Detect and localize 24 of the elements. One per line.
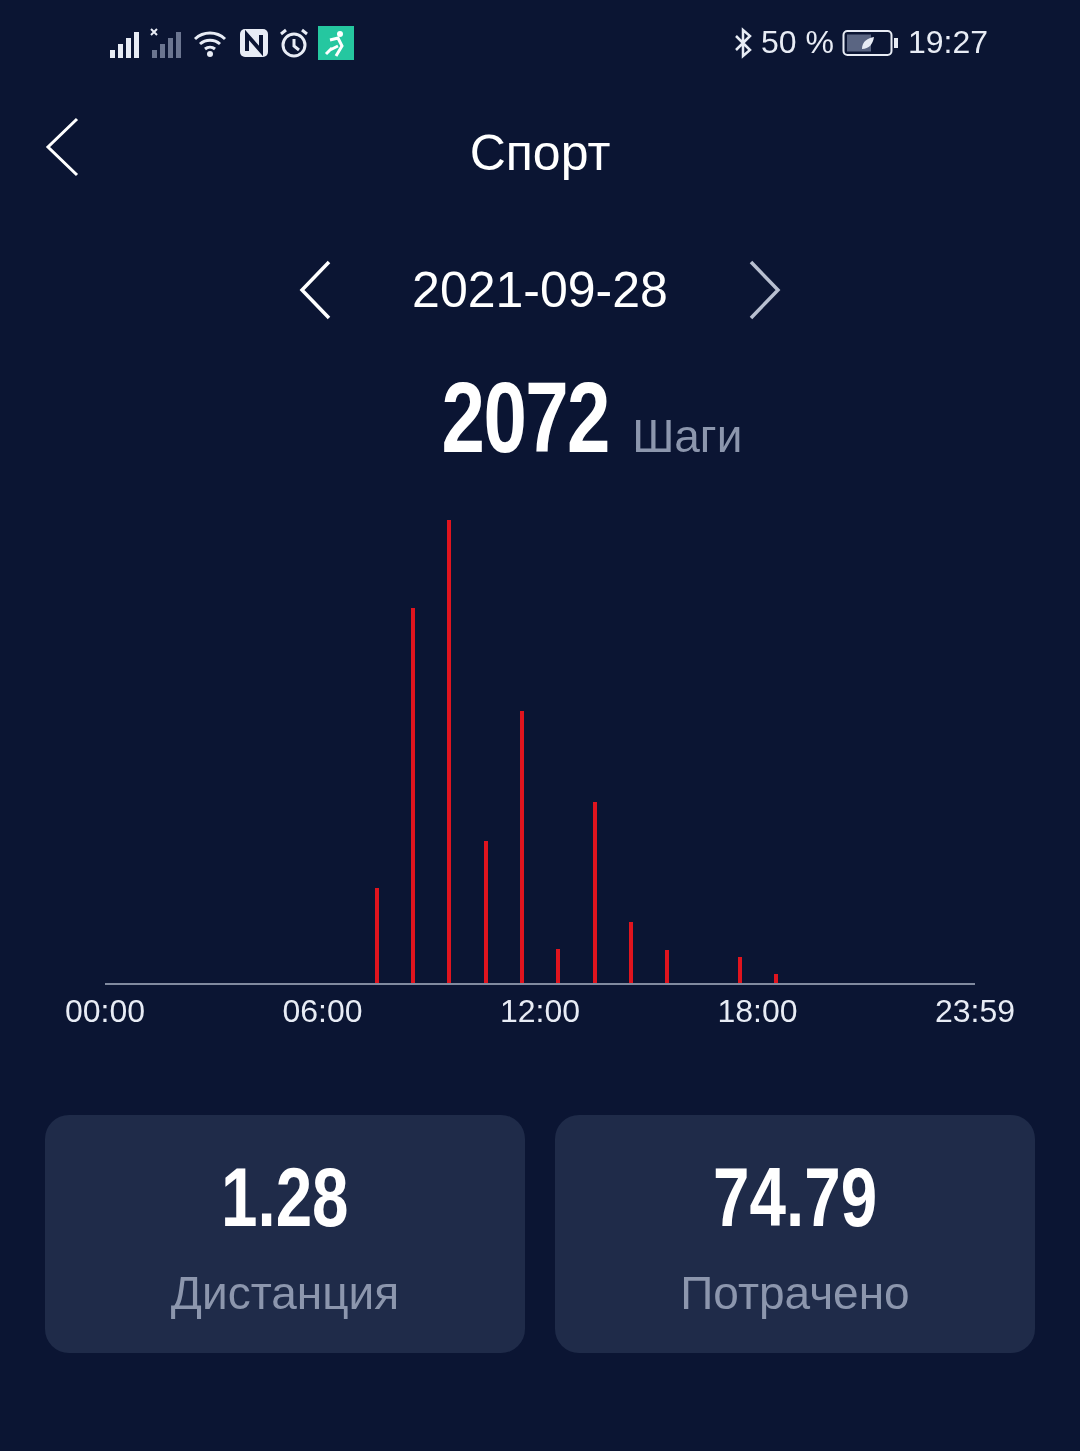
axis-label: 18:00 [716, 993, 799, 1030]
axis-label: 00:00 [63, 993, 147, 1030]
running-app-icon [318, 25, 354, 60]
step-unit: Шаги [632, 409, 743, 463]
nfc-icon [238, 26, 270, 59]
clock-time: 19:27 [907, 24, 988, 61]
alarm-icon [278, 26, 310, 59]
back-icon [44, 117, 80, 177]
stat-value: 74.79 [713, 1148, 877, 1246]
previous-day-button[interactable] [298, 260, 333, 320]
next-day-button[interactable] [747, 260, 782, 320]
stat-value: 1.28 [221, 1148, 349, 1246]
battery-percent: 50 % [761, 24, 834, 61]
signal-off-icon [150, 27, 184, 58]
stat-label: Потрачено [680, 1265, 910, 1320]
step-count: 2072 [441, 360, 609, 475]
axis-label: 06:00 [281, 993, 364, 1030]
bluetooth-icon [733, 26, 753, 59]
date-label: 2021-09-28 [412, 261, 668, 319]
battery-icon [841, 28, 900, 57]
stat-label: Дистанция [170, 1265, 400, 1320]
page-title: Спорт [469, 123, 611, 182]
axis-label: 23:59 [933, 993, 1017, 1030]
axis-label: 12:00 [498, 993, 582, 1030]
